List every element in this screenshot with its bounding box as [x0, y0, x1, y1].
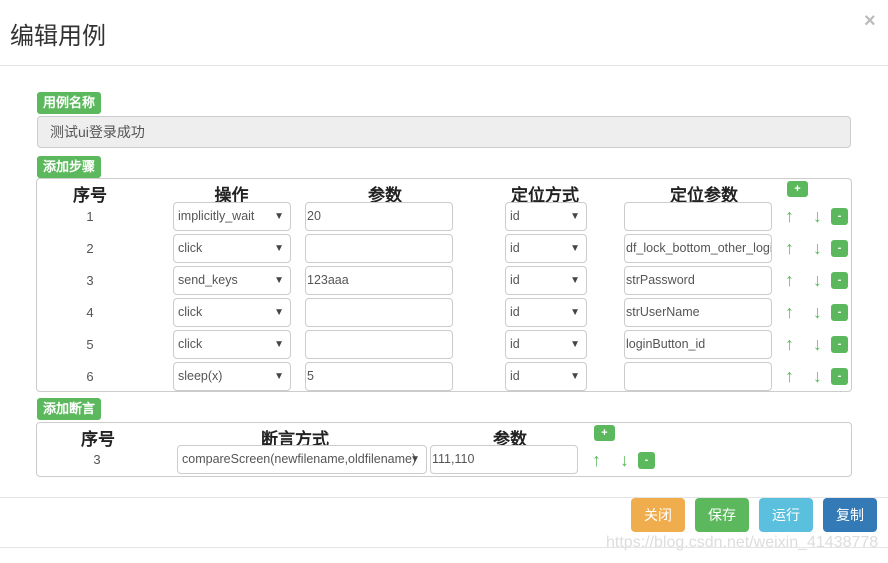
add-step-button[interactable]: +: [787, 181, 808, 197]
dropdown-arrow-icon: ▼: [570, 211, 580, 222]
step-locate-value: id: [510, 209, 520, 223]
footer-divider: [0, 497, 888, 498]
dropdown-arrow-icon: ▼: [274, 339, 284, 350]
step-op-value: click: [178, 305, 203, 319]
remove-step-button[interactable]: -: [831, 304, 848, 321]
step-locate-value: id: [510, 273, 520, 287]
dropdown-arrow-icon: ▼: [274, 211, 284, 222]
move-down-icon[interactable]: ↓: [813, 239, 822, 257]
step-locate-value: id: [510, 337, 520, 351]
dropdown-arrow-icon: ▼: [274, 307, 284, 318]
dropdown-arrow-icon: ▼: [410, 454, 420, 465]
step-param-input[interactable]: [305, 298, 453, 327]
move-up-icon[interactable]: ↑: [785, 303, 794, 321]
dialog-title: 编辑用例: [10, 23, 106, 50]
step-locate-param-input[interactable]: df_lock_bottom_other_login: [624, 234, 772, 263]
dropdown-arrow-icon: ▼: [570, 243, 580, 254]
case-name-input[interactable]: 测试ui登录成功: [37, 116, 851, 148]
step-locate-param-input[interactable]: loginButton_id: [624, 330, 772, 359]
step-op-value: click: [178, 337, 203, 351]
step-locate-select[interactable]: id ▼: [505, 266, 587, 295]
step-op-select[interactable]: send_keys ▼: [173, 266, 291, 295]
step-locate-value: id: [510, 305, 520, 319]
move-up-icon[interactable]: ↑: [785, 239, 794, 257]
remove-step-button[interactable]: -: [831, 368, 848, 385]
move-down-icon[interactable]: ↓: [813, 207, 822, 225]
step-seq: 1: [86, 209, 94, 224]
step-seq: 3: [86, 273, 94, 288]
add-assert-button[interactable]: +: [594, 425, 615, 441]
move-down-icon[interactable]: ↓: [813, 367, 822, 385]
move-up-icon[interactable]: ↑: [592, 451, 601, 469]
move-down-icon[interactable]: ↓: [813, 271, 822, 289]
step-param-input[interactable]: 123aaa: [305, 266, 453, 295]
move-down-icon[interactable]: ↓: [813, 303, 822, 321]
remove-step-button[interactable]: -: [831, 272, 848, 289]
step-op-select[interactable]: click ▼: [173, 298, 291, 327]
assert-param-input[interactable]: 111,110: [430, 445, 578, 474]
move-up-icon[interactable]: ↑: [785, 335, 794, 353]
assert-seq: 3: [93, 452, 101, 467]
move-up-icon[interactable]: ↑: [785, 367, 794, 385]
step-locate-param-input[interactable]: strUserName: [624, 298, 772, 327]
step-seq: 2: [86, 241, 94, 256]
step-param-input[interactable]: [305, 234, 453, 263]
dropdown-arrow-icon: ▼: [570, 339, 580, 350]
dropdown-arrow-icon: ▼: [570, 307, 580, 318]
close-icon[interactable]: ×: [864, 10, 876, 33]
step-op-select[interactable]: sleep(x) ▼: [173, 362, 291, 391]
divider: [0, 65, 888, 66]
move-down-icon[interactable]: ↓: [813, 335, 822, 353]
step-op-value: implicitly_wait: [178, 209, 255, 223]
header-seq: 序号: [73, 186, 107, 205]
remove-step-button[interactable]: -: [831, 240, 848, 257]
step-locate-select[interactable]: id ▼: [505, 362, 587, 391]
remove-step-button[interactable]: -: [831, 208, 848, 225]
copy-button[interactable]: 复制: [823, 498, 877, 532]
remove-step-button[interactable]: -: [831, 336, 848, 353]
step-op-value: click: [178, 241, 203, 255]
step-locate-select[interactable]: id ▼: [505, 330, 587, 359]
step-locate-select[interactable]: id ▼: [505, 202, 587, 231]
assert-method-value: compareScreen(newfilename,oldfilename): [182, 452, 417, 466]
step-op-select[interactable]: click ▼: [173, 234, 291, 263]
case-name-label: 用例名称: [37, 92, 102, 114]
watermark: https://blog.csdn.net/weixin_41438778: [606, 534, 879, 551]
dropdown-arrow-icon: ▼: [274, 243, 284, 254]
assert-header-seq: 序号: [81, 430, 115, 449]
step-seq: 4: [86, 305, 94, 320]
step-locate-select[interactable]: id ▼: [505, 298, 587, 327]
step-locate-param-input[interactable]: [624, 362, 772, 391]
step-param-input[interactable]: [305, 330, 453, 359]
add-steps-label: 添加步骤: [37, 156, 102, 178]
step-op-value: sleep(x): [178, 369, 223, 383]
step-op-select[interactable]: click ▼: [173, 330, 291, 359]
add-assert-label: 添加断言: [37, 398, 102, 420]
step-locate-value: id: [510, 369, 520, 383]
dropdown-arrow-icon: ▼: [274, 371, 284, 382]
close-button[interactable]: 关闭: [631, 498, 685, 532]
move-up-icon[interactable]: ↑: [785, 271, 794, 289]
assert-method-select[interactable]: compareScreen(newfilename,oldfilename) ▼: [177, 445, 427, 474]
save-button[interactable]: 保存: [695, 498, 749, 532]
step-seq: 6: [86, 369, 94, 384]
remove-assert-button[interactable]: -: [638, 452, 655, 469]
step-param-input[interactable]: 5: [305, 362, 453, 391]
step-op-select[interactable]: implicitly_wait ▼: [173, 202, 291, 231]
step-locate-select[interactable]: id ▼: [505, 234, 587, 263]
dropdown-arrow-icon: ▼: [570, 371, 580, 382]
dropdown-arrow-icon: ▼: [570, 275, 580, 286]
move-up-icon[interactable]: ↑: [785, 207, 794, 225]
run-button[interactable]: 运行: [759, 498, 813, 532]
step-locate-param-input[interactable]: strPassword: [624, 266, 772, 295]
step-param-input[interactable]: 20: [305, 202, 453, 231]
move-down-icon[interactable]: ↓: [620, 451, 629, 469]
step-seq: 5: [86, 337, 94, 352]
step-locate-value: id: [510, 241, 520, 255]
step-op-value: send_keys: [178, 273, 238, 287]
step-locate-param-input[interactable]: [624, 202, 772, 231]
dropdown-arrow-icon: ▼: [274, 275, 284, 286]
